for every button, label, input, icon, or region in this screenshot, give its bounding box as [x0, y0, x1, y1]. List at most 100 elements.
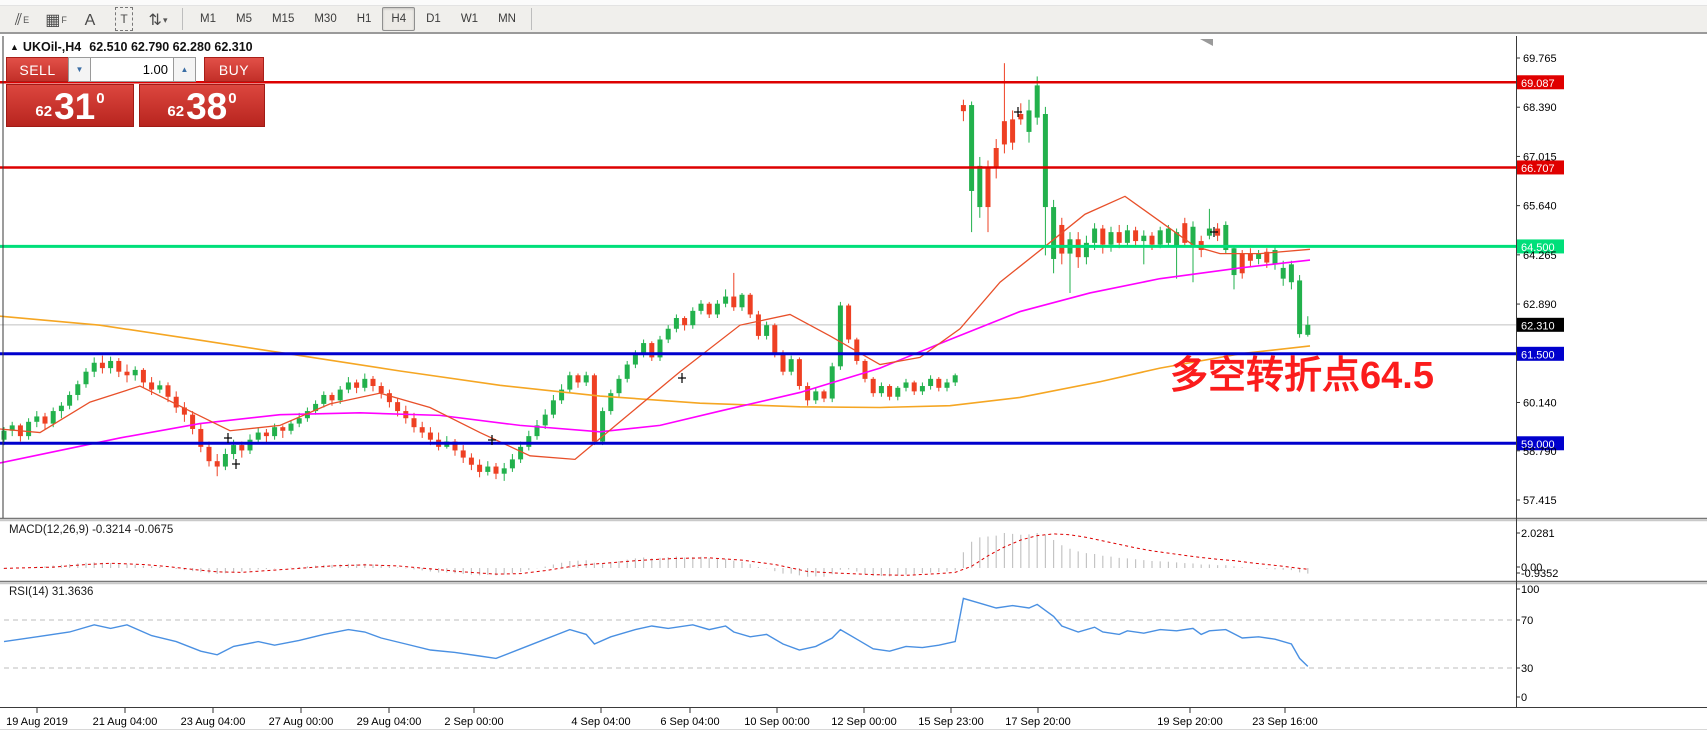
buy-button[interactable]: BUY	[204, 57, 264, 82]
symbol-name: UKOil-,H4	[23, 40, 81, 54]
candle	[1240, 254, 1245, 274]
candle	[379, 386, 384, 393]
candle	[1002, 121, 1007, 144]
candle	[297, 418, 302, 423]
candle	[43, 416, 48, 423]
candle	[92, 363, 97, 372]
buy-price-pip: 0	[228, 90, 236, 107]
candle	[813, 391, 818, 400]
candle	[321, 395, 326, 404]
candle	[551, 400, 556, 414]
x-axis-date-label: 23 Sep 16:00	[1252, 716, 1317, 728]
candle	[75, 384, 80, 395]
candle	[1141, 236, 1146, 241]
candle	[1158, 230, 1163, 244]
candle	[485, 467, 490, 472]
buy-price-button[interactable]: 62 38 0	[139, 84, 265, 127]
candle	[141, 370, 146, 383]
candle	[707, 304, 712, 315]
x-axis-date-label: 4 Sep 04:00	[571, 716, 630, 728]
candle	[248, 440, 253, 451]
symbol-collapse-icon[interactable]: ▲	[10, 42, 19, 52]
candle	[699, 304, 704, 311]
candle	[1092, 229, 1097, 243]
candle	[190, 415, 195, 429]
candle	[461, 450, 466, 457]
candle	[1297, 280, 1302, 334]
candle	[510, 459, 515, 468]
candle	[543, 415, 548, 426]
scroll-end-marker[interactable]	[1200, 39, 1213, 46]
sell-price-button[interactable]: 62 31 0	[6, 84, 134, 127]
y-axis-label: 62.890	[1523, 299, 1557, 311]
candle	[764, 325, 769, 336]
rsi-indicator-label: RSI(14) 31.3636	[9, 586, 93, 598]
candle	[133, 370, 138, 375]
candle	[428, 433, 433, 440]
volume-decrease-button[interactable]: ▼	[68, 57, 91, 82]
candle	[1035, 85, 1040, 117]
candle	[420, 427, 425, 432]
candle	[961, 105, 966, 111]
y-axis-label: 68.390	[1523, 102, 1557, 114]
symbol-ohlc-bar: ▲UKOil-,H462.510 62.790 62.280 62.310	[10, 40, 253, 54]
macd-axis-label: 2.0281	[1521, 528, 1555, 540]
buy-price-prefix: 62	[167, 103, 184, 120]
candle	[1100, 229, 1105, 245]
x-axis-date-label: 17 Sep 20:00	[1005, 716, 1070, 728]
candle	[371, 379, 376, 386]
candle	[1010, 119, 1015, 142]
candle	[986, 168, 991, 207]
candle	[617, 379, 622, 393]
rsi-axis-label: 100	[1521, 584, 1539, 596]
candle	[756, 314, 761, 335]
macd-axis-label: -0.9352	[1521, 568, 1558, 580]
volume-input[interactable]: 1.00	[91, 57, 173, 82]
candle	[846, 305, 851, 339]
candle	[1256, 254, 1261, 259]
candle	[822, 391, 827, 398]
x-axis-date-label: 10 Sep 00:00	[744, 716, 809, 728]
bid-price-label: 62.310	[1521, 320, 1555, 332]
resistance-line-66707-label: 66.707	[1521, 163, 1555, 175]
candle	[330, 395, 335, 400]
rsi-axis-label: 30	[1521, 663, 1533, 675]
macd-indicator-label: MACD(12,26,9) -0.3214 -0.0675	[9, 524, 173, 536]
x-axis-date-label: 19 Aug 2019	[6, 716, 68, 728]
candle	[2, 431, 7, 440]
support-line-61500-label: 61.500	[1521, 349, 1555, 361]
candle	[387, 393, 392, 402]
candle	[108, 361, 113, 368]
candle	[26, 422, 31, 436]
macd-signal-line	[4, 534, 1308, 575]
candle	[584, 375, 589, 382]
candle	[895, 388, 900, 397]
candle	[1125, 230, 1130, 243]
x-axis-date-label: 2 Sep 00:00	[444, 716, 503, 728]
sell-button[interactable]: SELL	[6, 57, 68, 82]
candle	[969, 105, 974, 191]
candle	[116, 361, 121, 372]
x-axis-date-label: 15 Sep 23:00	[918, 716, 983, 728]
y-axis-label: 69.765	[1523, 53, 1557, 65]
candle	[1109, 232, 1114, 245]
candle	[264, 433, 269, 437]
candle	[977, 166, 982, 207]
candle	[953, 375, 958, 382]
y-axis-label: 67.015	[1523, 151, 1557, 163]
candle	[362, 379, 367, 388]
candle	[84, 372, 89, 385]
volume-increase-button[interactable]: ▲	[173, 57, 196, 82]
y-axis-label: 64.265	[1523, 250, 1557, 262]
candle	[239, 445, 244, 450]
y-axis-label: 57.415	[1523, 495, 1557, 507]
candle	[912, 382, 917, 391]
chart-text-annotation[interactable]: 多空转折点64.5	[1170, 344, 1434, 399]
candle	[666, 329, 671, 340]
candle	[690, 311, 695, 325]
candle	[928, 379, 933, 386]
resistance-line-69087-label: 69.087	[1521, 78, 1555, 90]
candle	[748, 295, 753, 315]
candle	[1117, 232, 1122, 243]
candle	[256, 433, 261, 440]
